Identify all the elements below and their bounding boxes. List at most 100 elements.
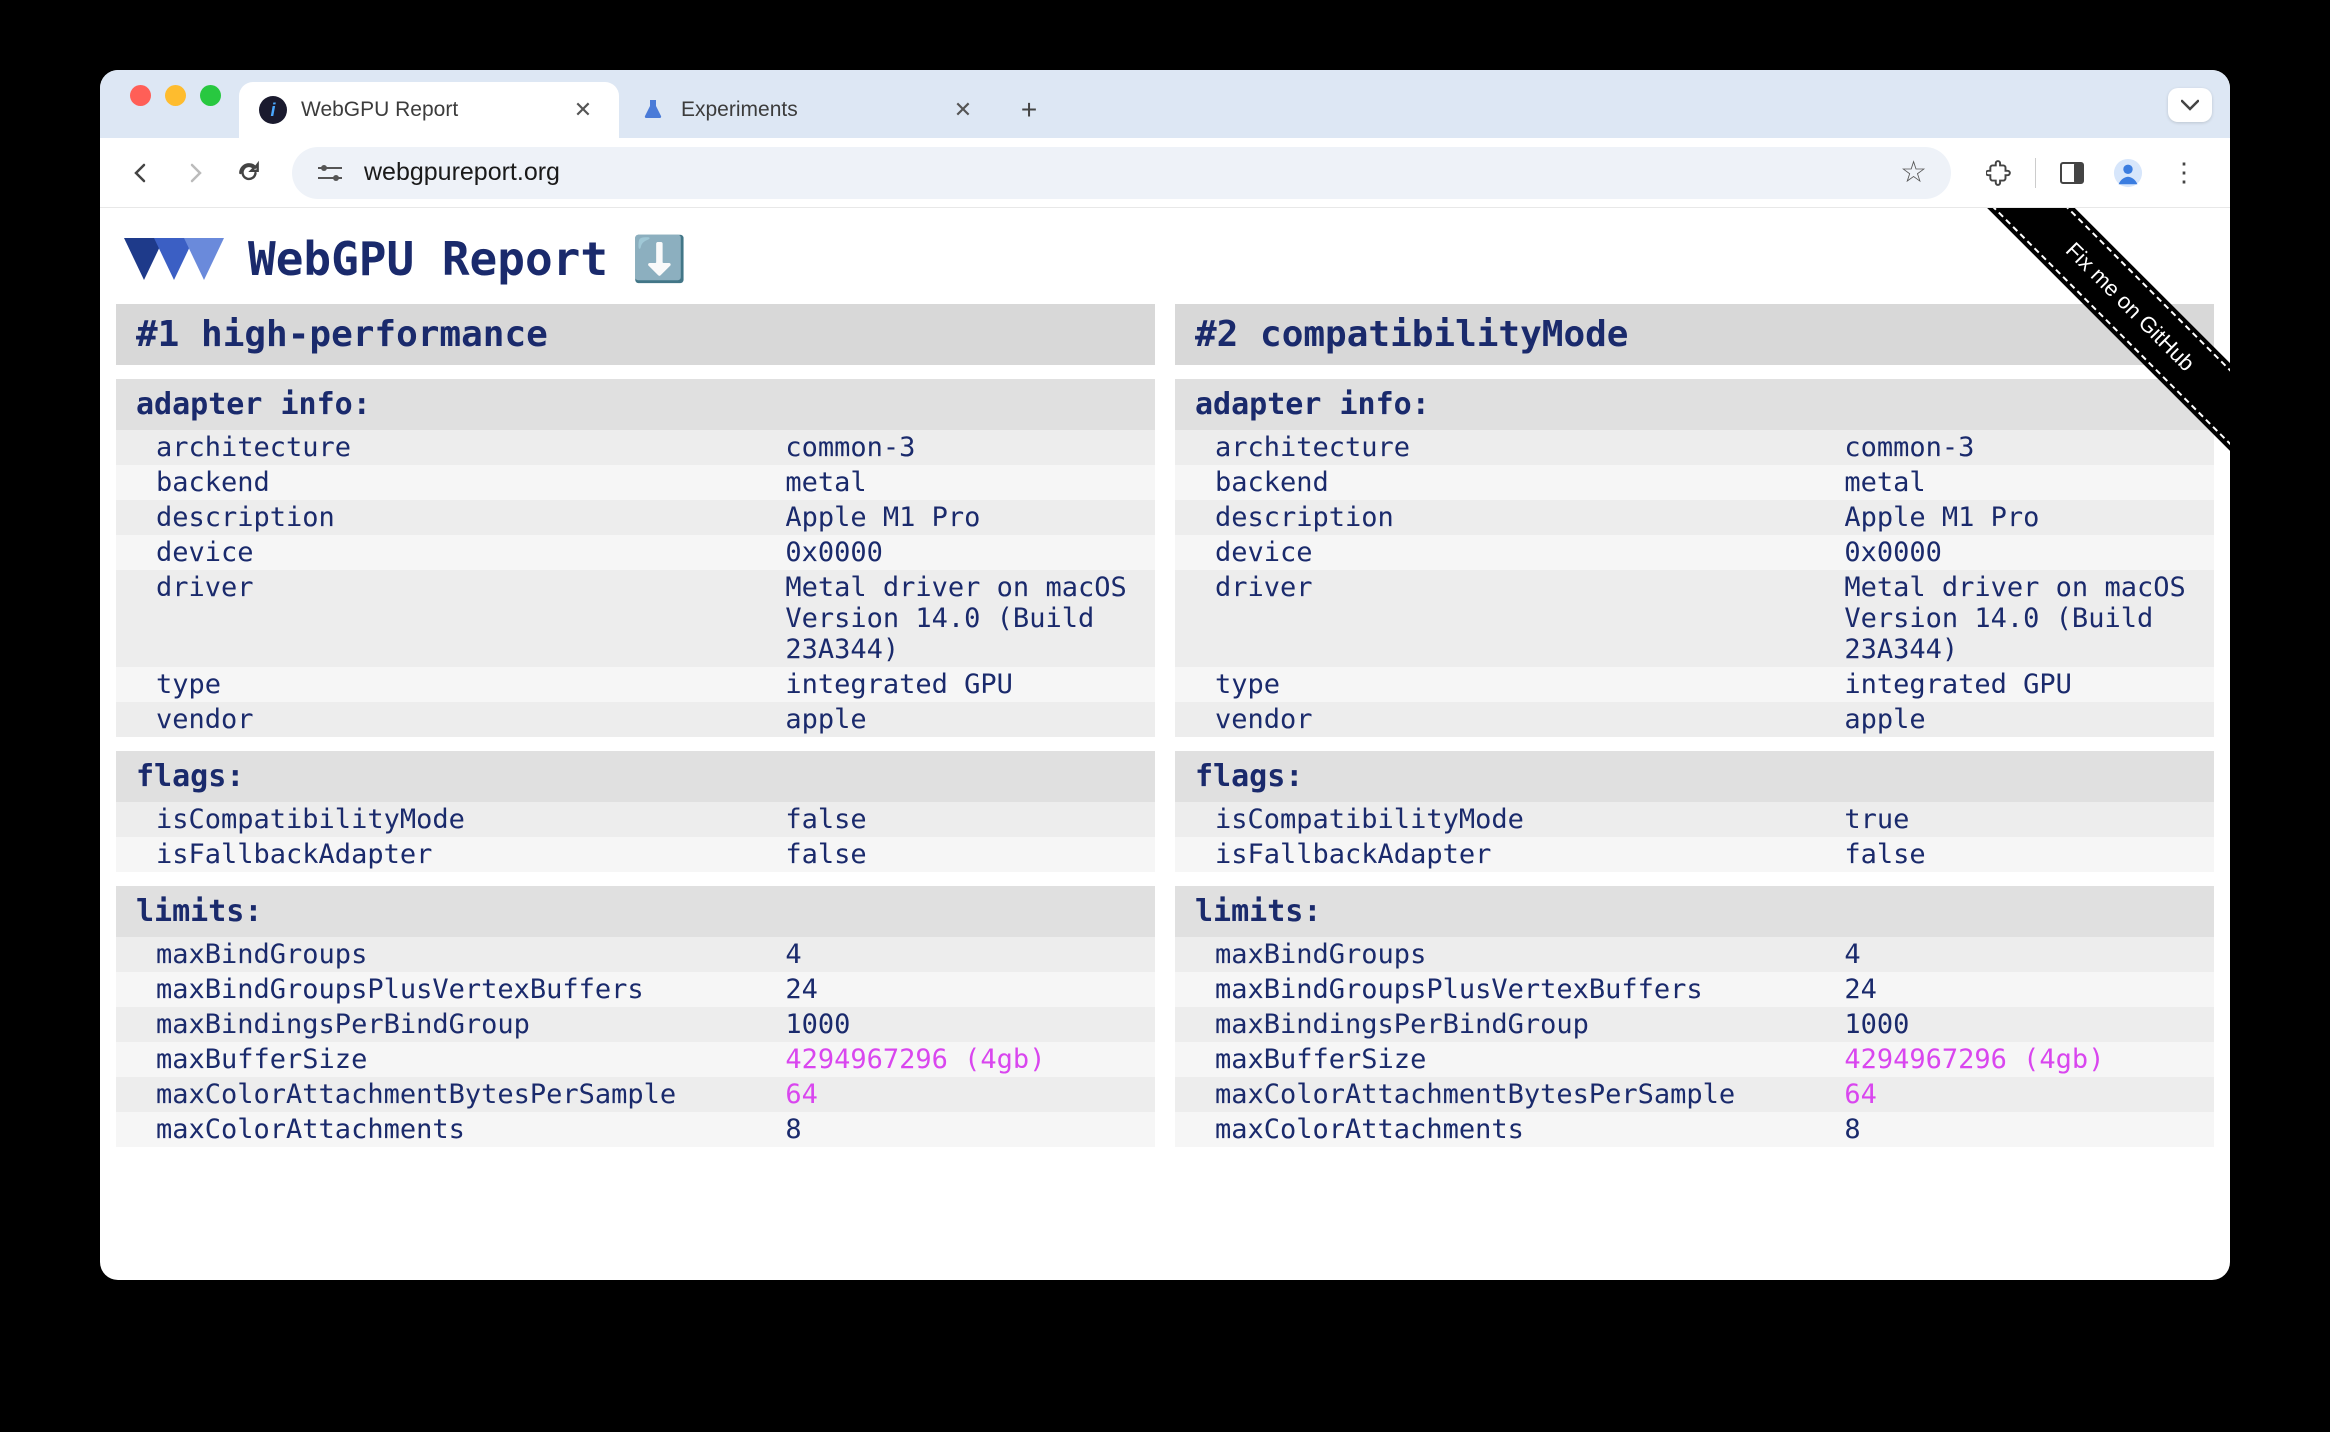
row-value: 8 xyxy=(785,1114,1155,1145)
tab-search-button[interactable] xyxy=(2168,88,2212,122)
data-row: maxBindGroups4 xyxy=(1175,937,2214,972)
browser-toolbar: webgpureport.org ☆ ⋮ xyxy=(100,138,2230,208)
row-key: maxBindingsPerBindGroup xyxy=(1215,1009,1844,1040)
row-key: backend xyxy=(1215,467,1844,498)
section-header: adapter info: xyxy=(116,379,1155,430)
data-row: maxColorAttachmentBytesPerSample64 xyxy=(1175,1077,2214,1112)
browser-window: i WebGPU Report ✕ Experiments ✕ + xyxy=(100,70,2230,1280)
bookmark-star-icon[interactable]: ☆ xyxy=(1900,155,1927,190)
tab-strip: i WebGPU Report ✕ Experiments ✕ + xyxy=(100,70,2230,138)
page-content: Fix me on GitHub WebGPU Report ⬇️ #1 hig… xyxy=(100,208,2230,1280)
row-value: false xyxy=(785,839,1155,870)
row-value: 4 xyxy=(785,939,1155,970)
minimize-window-button[interactable] xyxy=(165,85,186,106)
site-settings-icon[interactable] xyxy=(316,162,344,184)
address-bar[interactable]: webgpureport.org ☆ xyxy=(292,147,1951,199)
maximize-window-button[interactable] xyxy=(200,85,221,106)
data-row: maxBufferSize4294967296 (4gb) xyxy=(1175,1042,2214,1077)
row-value: 4294967296 (4gb) xyxy=(785,1044,1155,1075)
data-row: isFallbackAdapterfalse xyxy=(1175,837,2214,872)
section-header: flags: xyxy=(116,751,1155,802)
section-header: limits: xyxy=(116,886,1155,937)
kebab-menu-icon[interactable]: ⋮ xyxy=(2164,153,2204,193)
close-tab-button[interactable]: ✕ xyxy=(569,96,597,124)
section-rows: maxBindGroups4maxBindGroupsPlusVertexBuf… xyxy=(1175,937,2214,1147)
data-row: maxBindGroupsPlusVertexBuffers24 xyxy=(116,972,1155,1007)
data-row: device0x0000 xyxy=(116,535,1155,570)
row-key: maxColorAttachments xyxy=(156,1114,785,1145)
adapter-column: #1 high-performance adapter info:architec… xyxy=(116,304,1155,1147)
section-rows: isCompatibilityModefalseisFallbackAdapte… xyxy=(116,802,1155,872)
row-value: common-3 xyxy=(785,432,1155,463)
extensions-icon[interactable] xyxy=(1979,153,2019,193)
data-row: maxColorAttachments8 xyxy=(1175,1112,2214,1147)
row-key: isFallbackAdapter xyxy=(156,839,785,870)
flask-icon xyxy=(639,96,667,124)
row-value: apple xyxy=(1844,704,2214,735)
data-row: driverMetal driver on macOS Version 14.0… xyxy=(116,570,1155,667)
row-key: maxBufferSize xyxy=(1215,1044,1844,1075)
row-key: type xyxy=(1215,669,1844,700)
reload-button[interactable] xyxy=(226,150,272,196)
row-key: backend xyxy=(156,467,785,498)
row-value: 24 xyxy=(785,974,1155,1005)
data-row: maxBindingsPerBindGroup1000 xyxy=(1175,1007,2214,1042)
data-row: architecturecommon-3 xyxy=(116,430,1155,465)
section-rows: isCompatibilityModetrueisFallbackAdapter… xyxy=(1175,802,2214,872)
download-button[interactable]: ⬇️ xyxy=(632,233,687,285)
data-row: typeintegrated GPU xyxy=(1175,667,2214,702)
tab-webgpu-report[interactable]: i WebGPU Report ✕ xyxy=(239,82,619,138)
profile-avatar-icon[interactable] xyxy=(2108,153,2148,193)
row-value: 1000 xyxy=(1844,1009,2214,1040)
data-row: maxBindGroupsPlusVertexBuffers24 xyxy=(1175,972,2214,1007)
data-row: maxBindingsPerBindGroup1000 xyxy=(116,1007,1155,1042)
tab-experiments[interactable]: Experiments ✕ xyxy=(619,82,999,138)
row-value: false xyxy=(785,804,1155,835)
github-ribbon[interactable]: Fix me on GitHub xyxy=(1930,208,2230,508)
row-value: metal xyxy=(785,467,1155,498)
row-value: Metal driver on macOS Version 14.0 (Buil… xyxy=(785,572,1155,665)
row-value: 24 xyxy=(1844,974,2214,1005)
row-key: maxBufferSize xyxy=(156,1044,785,1075)
side-panel-icon[interactable] xyxy=(2052,153,2092,193)
row-key: type xyxy=(156,669,785,700)
back-button[interactable] xyxy=(118,150,164,196)
forward-button[interactable] xyxy=(172,150,218,196)
row-value: Apple M1 Pro xyxy=(785,502,1155,533)
row-value: 0x0000 xyxy=(785,537,1155,568)
row-key: maxColorAttachmentBytesPerSample xyxy=(156,1079,785,1110)
row-key: driver xyxy=(156,572,785,665)
data-row: isCompatibilityModefalse xyxy=(116,802,1155,837)
row-value: Metal driver on macOS Version 14.0 (Buil… xyxy=(1844,572,2214,665)
section-header: flags: xyxy=(1175,751,2214,802)
data-row: driverMetal driver on macOS Version 14.0… xyxy=(1175,570,2214,667)
url-text: webgpureport.org xyxy=(364,158,560,187)
row-key: description xyxy=(156,502,785,533)
row-key: device xyxy=(156,537,785,568)
data-row: isCompatibilityModetrue xyxy=(1175,802,2214,837)
data-row: typeintegrated GPU xyxy=(116,667,1155,702)
row-key: architecture xyxy=(156,432,785,463)
page-header: WebGPU Report ⬇️ xyxy=(100,208,2230,304)
divider xyxy=(2035,158,2036,188)
close-window-button[interactable] xyxy=(130,85,151,106)
section-rows: maxBindGroups4maxBindGroupsPlusVertexBuf… xyxy=(116,937,1155,1147)
new-tab-button[interactable]: + xyxy=(1007,88,1051,132)
section-rows: architecturecommon-3backendmetaldescript… xyxy=(116,430,1155,737)
row-key: driver xyxy=(1215,572,1844,665)
tab-title: Experiments xyxy=(681,98,798,122)
row-key: maxBindGroups xyxy=(1215,939,1844,970)
adapter-heading: #1 high-performance xyxy=(116,304,1155,365)
data-row: maxColorAttachmentBytesPerSample64 xyxy=(116,1077,1155,1112)
row-value: 64 xyxy=(785,1079,1155,1110)
row-key: description xyxy=(1215,502,1844,533)
github-ribbon-label: Fix me on GitHub xyxy=(1962,208,2230,475)
page-title: WebGPU Report xyxy=(248,232,608,286)
data-row: vendorapple xyxy=(116,702,1155,737)
row-value: true xyxy=(1844,804,2214,835)
row-value: integrated GPU xyxy=(785,669,1155,700)
row-key: maxColorAttachments xyxy=(1215,1114,1844,1145)
row-key: vendor xyxy=(1215,704,1844,735)
toolbar-actions: ⋮ xyxy=(1971,153,2212,193)
close-tab-button[interactable]: ✕ xyxy=(949,96,977,124)
